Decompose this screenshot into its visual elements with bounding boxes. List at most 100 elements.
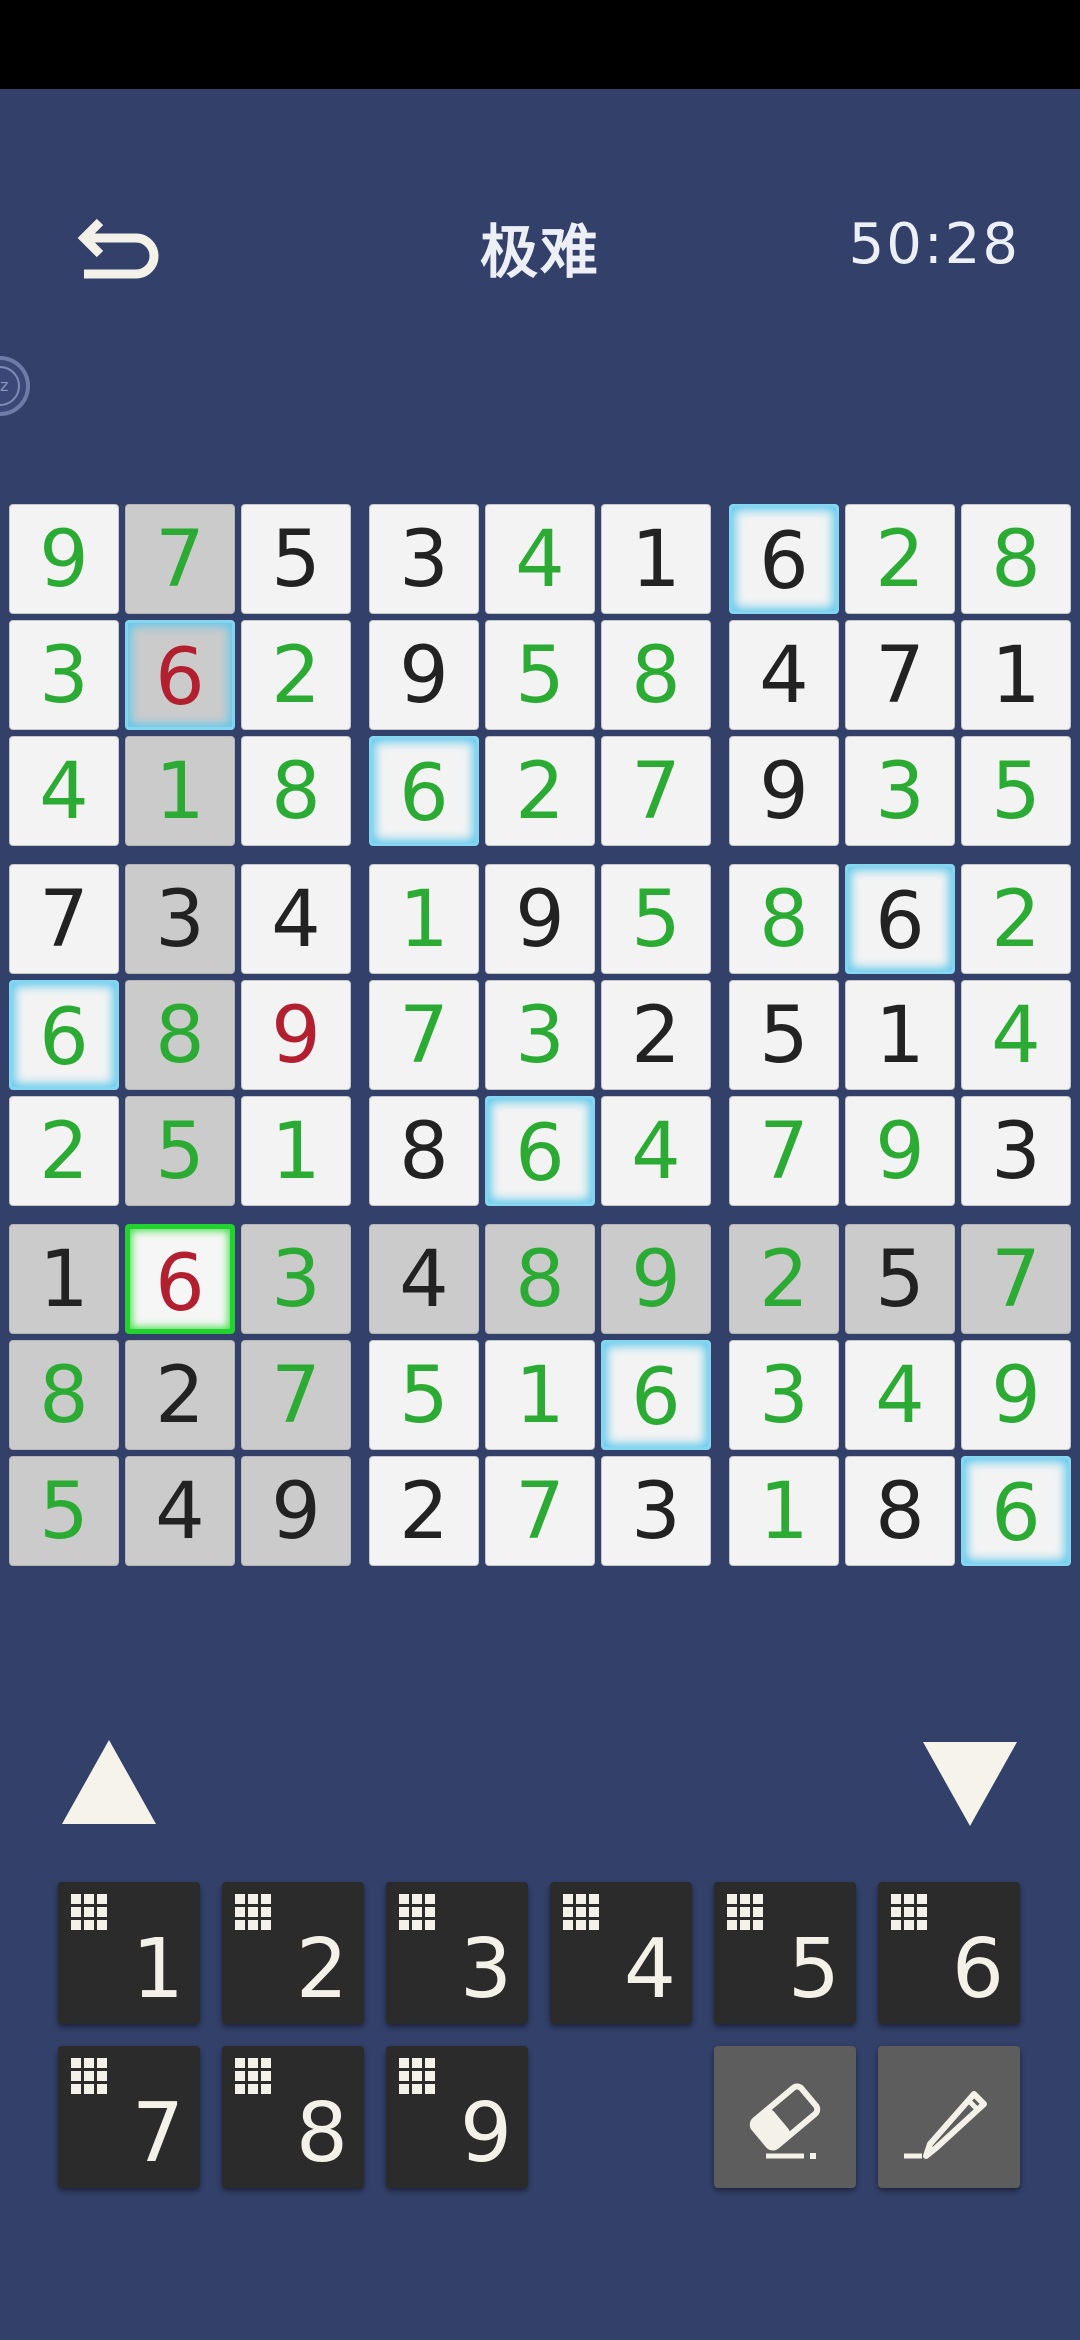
- board-cell[interactable]: 3: [845, 736, 955, 846]
- board-cell[interactable]: 4: [729, 620, 839, 730]
- board-cell[interactable]: 6: [125, 620, 235, 730]
- board-cell[interactable]: 8: [369, 1096, 479, 1206]
- board-cell[interactable]: 1: [961, 620, 1071, 730]
- board-cell[interactable]: 9: [369, 620, 479, 730]
- board-cell[interactable]: 6: [9, 980, 119, 1090]
- board-cell[interactable]: 2: [369, 1456, 479, 1566]
- board-cell[interactable]: 5: [845, 1224, 955, 1334]
- board-cell[interactable]: 3: [125, 864, 235, 974]
- board-cell[interactable]: 6: [369, 736, 479, 846]
- digit-label: 8: [295, 2086, 348, 2181]
- board-cell[interactable]: 5: [485, 620, 595, 730]
- board-cell[interactable]: 3: [485, 980, 595, 1090]
- board-cell[interactable]: 8: [601, 620, 711, 730]
- board-cell[interactable]: 2: [729, 1224, 839, 1334]
- board-cell[interactable]: 8: [845, 1456, 955, 1566]
- board-cell[interactable]: 7: [485, 1456, 595, 1566]
- board-cell[interactable]: 8: [125, 980, 235, 1090]
- pencil-button[interactable]: [878, 2046, 1020, 2188]
- digit-key-4[interactable]: 4: [550, 1882, 692, 2024]
- board-cell[interactable]: 5: [961, 736, 1071, 846]
- board-cell[interactable]: 9: [241, 1456, 351, 1566]
- board-cell[interactable]: 9: [485, 864, 595, 974]
- board-cell[interactable]: 7: [601, 736, 711, 846]
- board-cell[interactable]: 9: [241, 980, 351, 1090]
- board-cell[interactable]: 4: [845, 1340, 955, 1450]
- board-cell[interactable]: 1: [601, 504, 711, 614]
- board-cell[interactable]: 5: [369, 1340, 479, 1450]
- digit-label: 9: [459, 2086, 512, 2181]
- board-cell[interactable]: 4: [485, 504, 595, 614]
- board-cell[interactable]: 6: [961, 1456, 1071, 1566]
- board-cell[interactable]: 5: [125, 1096, 235, 1206]
- board-cell[interactable]: 2: [241, 620, 351, 730]
- arrow-up-icon[interactable]: [62, 1740, 156, 1824]
- board-cell[interactable]: 5: [241, 504, 351, 614]
- board-cell[interactable]: 2: [845, 504, 955, 614]
- board-cell[interactable]: 8: [729, 864, 839, 974]
- eraser-button[interactable]: [714, 2046, 856, 2188]
- board-cell[interactable]: 7: [241, 1340, 351, 1450]
- board-cell[interactable]: 7: [125, 504, 235, 614]
- notes-grid-icon: [727, 1894, 763, 1930]
- board-cell[interactable]: 4: [601, 1096, 711, 1206]
- board-cell[interactable]: 8: [9, 1340, 119, 1450]
- board-cell[interactable]: 1: [485, 1340, 595, 1450]
- board-cell[interactable]: 3: [961, 1096, 1071, 1206]
- board-cell[interactable]: 3: [729, 1340, 839, 1450]
- board-cell[interactable]: 6: [845, 864, 955, 974]
- board-cell[interactable]: 1: [729, 1456, 839, 1566]
- board-cell[interactable]: 4: [125, 1456, 235, 1566]
- board-cell[interactable]: 3: [601, 1456, 711, 1566]
- sleep-button[interactable]: zz: [0, 356, 30, 416]
- board-cell[interactable]: 1: [125, 736, 235, 846]
- digit-key-9[interactable]: 9: [386, 2046, 528, 2188]
- board-cell[interactable]: 9: [961, 1340, 1071, 1450]
- board-cell[interactable]: 3: [241, 1224, 351, 1334]
- board-cell[interactable]: 2: [9, 1096, 119, 1206]
- board-cell[interactable]: 8: [485, 1224, 595, 1334]
- digit-key-6[interactable]: 6: [878, 1882, 1020, 2024]
- board-cell[interactable]: 6: [125, 1224, 235, 1334]
- board-cell[interactable]: 4: [369, 1224, 479, 1334]
- board-cell[interactable]: 3: [369, 504, 479, 614]
- digit-key-2[interactable]: 2: [222, 1882, 364, 2024]
- board-cell[interactable]: 5: [729, 980, 839, 1090]
- board-cell[interactable]: 5: [9, 1456, 119, 1566]
- board-cell[interactable]: 7: [729, 1096, 839, 1206]
- board-cell[interactable]: 9: [9, 504, 119, 614]
- board-cell[interactable]: 8: [241, 736, 351, 846]
- digit-key-5[interactable]: 5: [714, 1882, 856, 2024]
- board-cell[interactable]: 2: [125, 1340, 235, 1450]
- board-cell[interactable]: 8: [961, 504, 1071, 614]
- board-cell[interactable]: 9: [845, 1096, 955, 1206]
- board-cell[interactable]: 1: [845, 980, 955, 1090]
- board-cell[interactable]: 9: [601, 1224, 711, 1334]
- board-cell[interactable]: 7: [961, 1224, 1071, 1334]
- notes-grid-icon: [71, 1894, 107, 1930]
- board-cell[interactable]: 6: [601, 1340, 711, 1450]
- board-cell[interactable]: 6: [485, 1096, 595, 1206]
- notes-grid-icon: [399, 1894, 435, 1930]
- digit-key-7[interactable]: 7: [58, 2046, 200, 2188]
- board-cell[interactable]: 6: [729, 504, 839, 614]
- board-cell[interactable]: 7: [369, 980, 479, 1090]
- board-cell[interactable]: 9: [729, 736, 839, 846]
- board-cell[interactable]: 4: [241, 864, 351, 974]
- digit-key-1[interactable]: 1: [58, 1882, 200, 2024]
- digit-key-8[interactable]: 8: [222, 2046, 364, 2188]
- board-cell[interactable]: 3: [9, 620, 119, 730]
- board-cell[interactable]: 7: [845, 620, 955, 730]
- digit-key-3[interactable]: 3: [386, 1882, 528, 2024]
- board-cell[interactable]: 1: [369, 864, 479, 974]
- board-cell[interactable]: 2: [601, 980, 711, 1090]
- board-cell[interactable]: 1: [241, 1096, 351, 1206]
- board-cell[interactable]: 4: [9, 736, 119, 846]
- board-cell[interactable]: 5: [601, 864, 711, 974]
- board-cell[interactable]: 4: [961, 980, 1071, 1090]
- arrow-down-icon[interactable]: [923, 1742, 1017, 1826]
- board-cell[interactable]: 7: [9, 864, 119, 974]
- board-cell[interactable]: 1: [9, 1224, 119, 1334]
- board-cell[interactable]: 2: [485, 736, 595, 846]
- board-cell[interactable]: 2: [961, 864, 1071, 974]
